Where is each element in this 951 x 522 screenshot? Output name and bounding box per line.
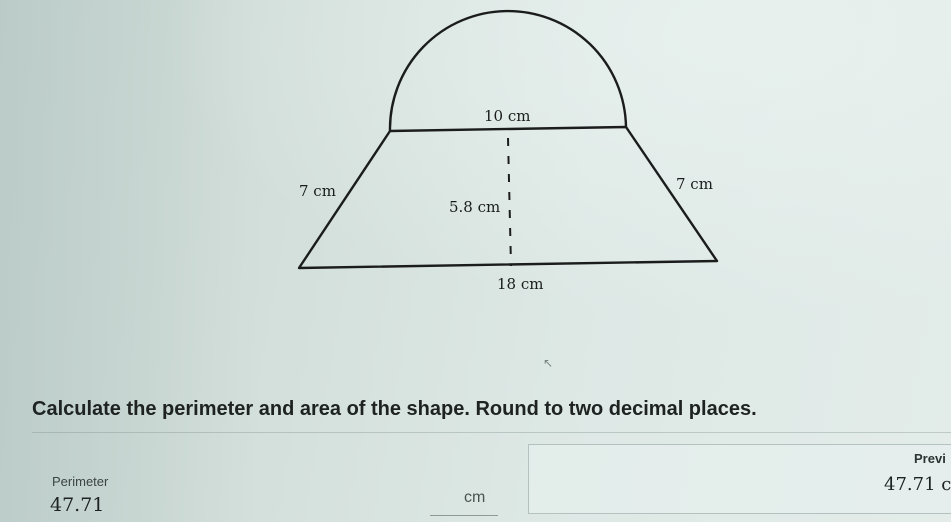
preview-label: Previ [914, 451, 946, 466]
question-divider [32, 432, 951, 433]
left-side-label: 7 cm [299, 182, 336, 200]
perimeter-unit: cm [464, 489, 486, 506]
preview-value: 47.71 c [884, 474, 951, 495]
bottom-width-label: 18 cm [497, 275, 543, 293]
mouse-pointer-icon: ↖ [543, 356, 554, 370]
trapezoid-outline [297, 125, 719, 270]
perimeter-label: Perimeter [52, 474, 109, 489]
height-label: 5.8 cm [449, 198, 500, 216]
right-side-label: 7 cm [676, 175, 713, 193]
geometry-figure: 10 cm 7 cm 7 cm 5.8 cm 18 cm [297, 9, 719, 293]
perimeter-answer-value[interactable]: 47.71 [50, 494, 104, 516]
question-text: Calculate the perimeter and area of the … [32, 398, 757, 420]
perimeter-input-underline[interactable] [430, 515, 498, 516]
top-width-label: 10 cm [484, 107, 530, 125]
height-dashed-line [507, 137, 512, 267]
